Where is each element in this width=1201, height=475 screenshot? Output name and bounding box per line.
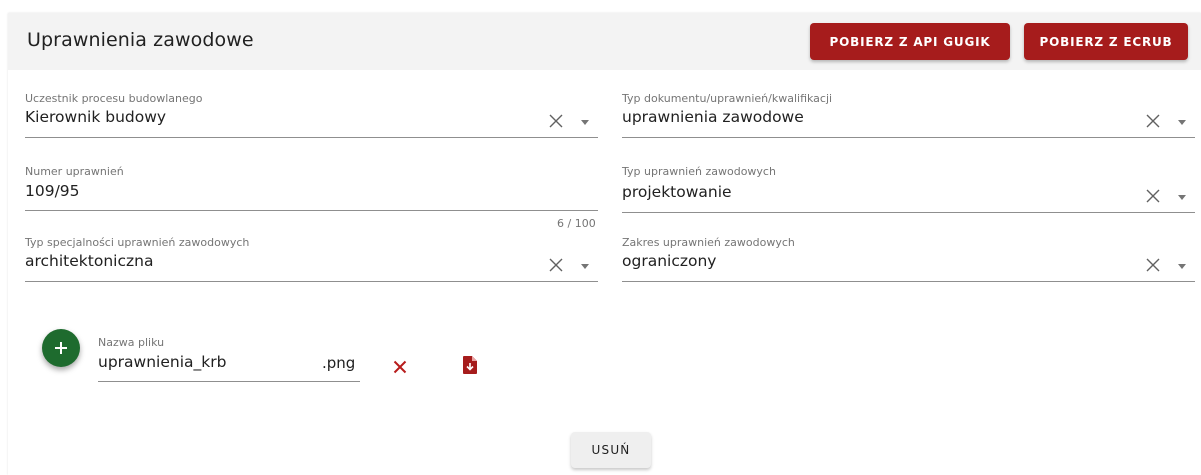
license-scope-select[interactable]: Zakres uprawnień zawodowych ograniczony (622, 236, 1195, 284)
fetch-gugik-button[interactable]: POBIERZ Z API GUGIK (810, 23, 1010, 60)
character-counter: 6 / 100 (557, 217, 596, 230)
license-scope-label: Zakres uprawnień zawodowych (622, 236, 795, 249)
field-underline (25, 281, 598, 282)
file-name-input[interactable]: Nazwa pliku uprawnienia_krb .png (98, 336, 360, 384)
field-underline (622, 212, 1195, 213)
card-title: Uprawnienia zawodowe (27, 29, 254, 51)
participant-label: Uczestnik procesu budowlanego (25, 92, 203, 105)
plus-icon (55, 342, 67, 354)
close-icon[interactable] (393, 360, 407, 374)
arrow-down-icon[interactable] (581, 120, 589, 125)
file-download-icon[interactable] (462, 355, 478, 375)
document-type-label: Typ dokumentu/uprawnień/kwalifikacji (622, 92, 833, 105)
specialty-type-value: architektoniczna (25, 252, 154, 270)
arrow-down-icon[interactable] (1178, 120, 1186, 125)
participant-value: Kierownik budowy (25, 108, 167, 126)
license-scope-value: ograniczony (622, 252, 717, 270)
arrow-down-icon[interactable] (1178, 195, 1186, 200)
arrow-down-icon[interactable] (1178, 264, 1186, 269)
field-underline (622, 137, 1195, 138)
license-type-value: projektowanie (622, 183, 732, 201)
license-type-label: Typ uprawnień zawodowych (622, 165, 776, 178)
specialty-type-select[interactable]: Typ specjalności uprawnień zawodowych ar… (25, 236, 598, 284)
specialty-type-label: Typ specjalności uprawnień zawodowych (25, 236, 250, 249)
file-name-value[interactable]: uprawnienia_krb (98, 353, 226, 371)
license-number-value[interactable]: 109/95 (25, 182, 80, 200)
document-type-value: uprawnienia zawodowe (622, 108, 804, 126)
file-name-label: Nazwa pliku (98, 336, 165, 349)
clear-icon[interactable] (1145, 113, 1161, 129)
delete-button[interactable]: USUŃ (571, 432, 651, 468)
file-extension: .png (322, 354, 356, 372)
field-underline (25, 210, 598, 211)
license-type-select[interactable]: Typ uprawnień zawodowych projektowanie (622, 165, 1195, 213)
license-number-label: Numer uprawnień (25, 165, 124, 178)
document-type-select[interactable]: Typ dokumentu/uprawnień/kwalifikacji upr… (622, 92, 1195, 140)
clear-icon[interactable] (1145, 188, 1161, 204)
clear-icon[interactable] (548, 257, 564, 273)
add-file-button[interactable] (42, 329, 80, 367)
arrow-down-icon[interactable] (581, 264, 589, 269)
clear-icon[interactable] (1145, 257, 1161, 273)
field-underline (25, 137, 598, 138)
clear-icon[interactable] (548, 113, 564, 129)
fetch-ecrub-button[interactable]: POBIERZ Z ECRUB (1024, 23, 1188, 60)
participant-select[interactable]: Uczestnik procesu budowlanego Kierownik … (25, 92, 598, 140)
field-underline (98, 381, 360, 382)
field-underline (622, 281, 1195, 282)
card-header: Uprawnienia zawodowe POBIERZ Z API GUGIK… (8, 13, 1201, 70)
professional-qualifications-card: Uprawnienia zawodowe POBIERZ Z API GUGIK… (8, 13, 1201, 475)
license-number-input[interactable]: Numer uprawnień 109/95 6 / 100 (25, 165, 598, 240)
